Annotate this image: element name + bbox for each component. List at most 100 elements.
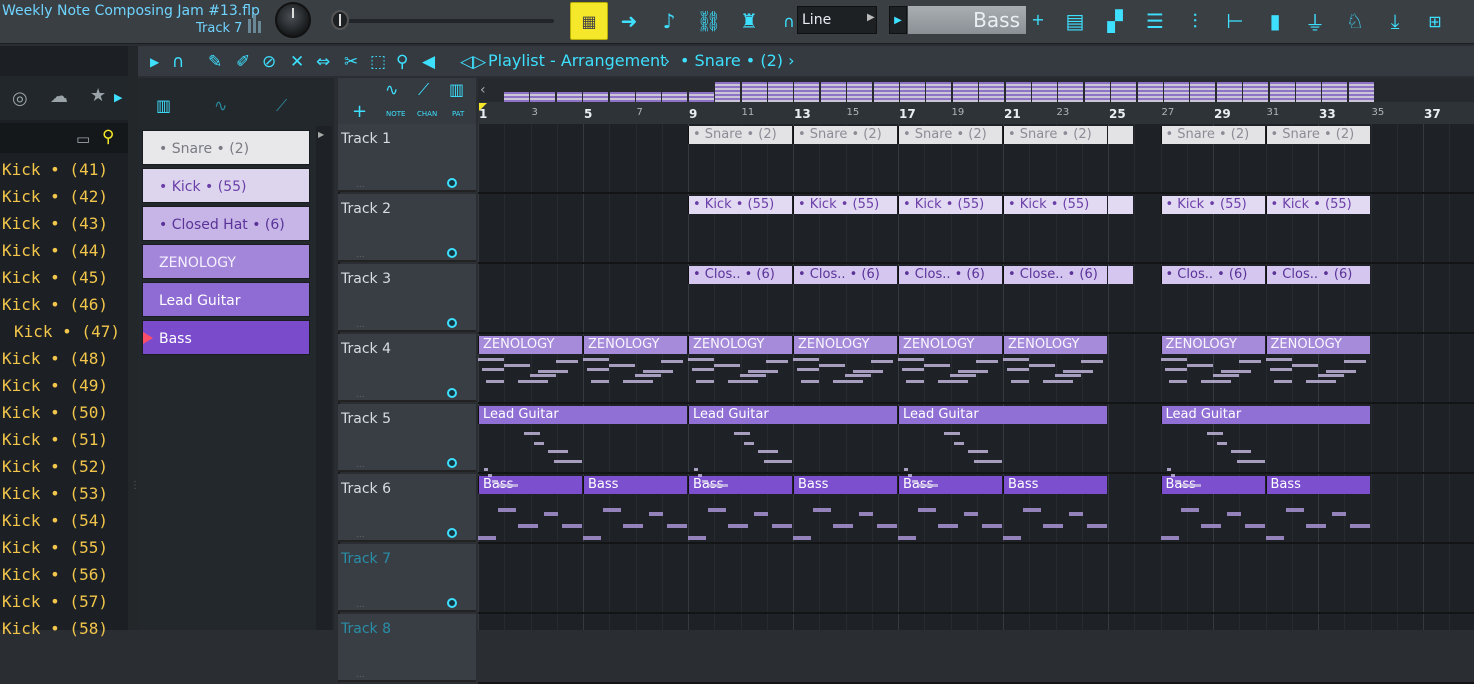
chevron-right-icon[interactable]: ▶ [318, 130, 324, 139]
clip[interactable]: ZENOLOGY [1003, 336, 1107, 354]
clip[interactable]: • Snare • (2) [1160, 126, 1265, 144]
clip[interactable]: • Kick • (55) [1003, 196, 1107, 214]
clip[interactable]: • Snare • (2) [1265, 126, 1370, 144]
clip[interactable]: • Kick • (55) [1265, 196, 1370, 214]
browser-item[interactable]: Kick • (46) [2, 295, 108, 322]
render-icon[interactable]: ⤓ [1378, 4, 1412, 38]
clip[interactable]: Lead Guitar [898, 406, 1107, 424]
slip-icon[interactable]: ⇔ [316, 52, 330, 72]
clip[interactable]: • Snare • (2) [688, 126, 792, 144]
add-icon[interactable]: + [1028, 6, 1048, 34]
pencil-icon[interactable]: ✎ [208, 52, 222, 72]
clip[interactable]: • Kick • (55) [1160, 196, 1265, 214]
clip[interactable]: Bass [583, 476, 687, 494]
track-status-dot[interactable] [447, 388, 457, 398]
clip[interactable]: • Snare • (2) [1003, 126, 1107, 144]
chevron-left-icon[interactable]: ‹ [480, 82, 486, 98]
cloud-icon[interactable]: ☁ [50, 86, 68, 107]
clip[interactable]: • Snare • (2) [793, 126, 897, 144]
mixer-icon[interactable]: ⫶ [1178, 4, 1212, 38]
plugin-icon[interactable]: ⏚ [1298, 4, 1332, 38]
browser-item[interactable]: Kick • (41) [2, 160, 108, 187]
channel-name-display[interactable]: Bass [908, 6, 1026, 34]
clip[interactable]: Bass [1265, 476, 1370, 494]
globe-icon[interactable]: ◎ [12, 88, 28, 109]
pattern-icon[interactable]: ▥ [156, 96, 171, 115]
pattern-item[interactable]: Bass [142, 320, 310, 355]
chevron-right-icon[interactable]: ▶ [889, 6, 907, 34]
clip[interactable]: ZENOLOGY [478, 336, 582, 354]
picker-scrollbar[interactable] [316, 126, 332, 630]
audio-icon[interactable]: ∿ [214, 96, 227, 115]
playback-icon[interactable]: ◀ [422, 52, 435, 72]
bars-icon[interactable] [248, 15, 262, 33]
browser-item[interactable]: Kick • (42) [2, 187, 108, 214]
clip[interactable]: Bass [688, 476, 792, 494]
clip[interactable]: Lead Guitar [688, 406, 897, 424]
clip[interactable]: • Clos.. • (6) [793, 266, 897, 284]
track-status-dot[interactable] [447, 178, 457, 188]
star-icon[interactable]: ★ [90, 85, 106, 106]
pat-tab[interactable]: PAT [452, 110, 464, 118]
selected-pattern[interactable]: • Snare • (2) › [680, 51, 795, 70]
clip[interactable]: • Clos.. • (6) [1160, 266, 1265, 284]
arrange-menu-icon[interactable]: ◁▷ [460, 52, 486, 72]
slider-thumb[interactable] [331, 10, 349, 30]
mute-icon[interactable]: ✕ [290, 52, 304, 72]
browser-item[interactable]: Kick • (47) [14, 322, 120, 349]
track-status-dot[interactable] [447, 248, 457, 258]
link-icon[interactable]: ⛓ [692, 4, 726, 38]
clip[interactable]: • Kick • (55) [793, 196, 897, 214]
clip[interactable]: ZENOLOGY [583, 336, 687, 354]
browser-item[interactable]: Kick • (43) [2, 214, 108, 241]
browser-item[interactable]: Kick • (49) [2, 376, 108, 403]
chan-icon[interactable]: ⟋ [418, 80, 429, 100]
hat-icon[interactable]: ♜ [732, 4, 766, 38]
clip[interactable]: • Snare • (2) [898, 126, 1002, 144]
slice-icon[interactable]: ✂ [344, 52, 358, 72]
clip[interactable]: ZENOLOGY [898, 336, 1002, 354]
clip[interactable]: • Kick • (55) [688, 196, 792, 214]
splitter-grip[interactable]: ⋮ [130, 480, 140, 491]
master-pitch-slider[interactable] [336, 19, 554, 23]
pattern-item[interactable]: • Snare • (2) [142, 130, 310, 165]
arrow-right-icon[interactable]: ➜ [612, 4, 646, 38]
pattern-item[interactable]: • Closed Hat • (6) [142, 206, 310, 241]
clip[interactable] [1108, 126, 1134, 144]
chevron-right-icon[interactable]: ▶ [150, 55, 159, 69]
clip[interactable]: Lead Guitar [1160, 406, 1370, 424]
clip[interactable]: ZENOLOGY [793, 336, 897, 354]
clip[interactable]: • Kick • (55) [898, 196, 1002, 214]
clip[interactable]: • Close.. • (6) [1003, 266, 1107, 284]
folder-icon[interactable]: ▭ [76, 130, 90, 148]
clip[interactable]: Bass [793, 476, 897, 494]
track-status-dot[interactable] [447, 528, 457, 538]
note-icon[interactable]: ∿ [385, 80, 398, 99]
clip[interactable]: • Clos.. • (6) [898, 266, 1002, 284]
playlist-icon[interactable]: ▤ [1058, 4, 1092, 38]
file-icon[interactable]: ▮ [1258, 4, 1292, 38]
pat-icon[interactable]: ▥ [449, 80, 464, 99]
clip[interactable]: Bass [898, 476, 1002, 494]
clip[interactable]: Bass [1160, 476, 1265, 494]
delete-icon[interactable]: ⊘ [262, 52, 276, 72]
select-icon[interactable]: ⬚ [370, 52, 386, 72]
tempo-tap-icon[interactable]: ♘ [1338, 4, 1372, 38]
browser-tree-icon[interactable]: ⊢ [1218, 4, 1252, 38]
clip[interactable]: ZENOLOGY [1160, 336, 1265, 354]
browser-item[interactable]: Kick • (48) [2, 349, 108, 376]
automation-icon[interactable]: ⟋ [276, 96, 287, 116]
clip[interactable]: ZENOLOGY [688, 336, 792, 354]
chan-tab[interactable]: CHAN [417, 110, 437, 118]
browser-item[interactable]: Kick • (44) [2, 241, 108, 268]
zoom-icon[interactable]: ⚲ [396, 52, 408, 72]
add-track-icon[interactable]: + [352, 101, 367, 122]
clip[interactable]: • Clos.. • (6) [688, 266, 792, 284]
browser-item[interactable]: Kick • (50) [2, 403, 108, 430]
clip[interactable] [1108, 196, 1134, 214]
snap-mode-select[interactable]: Line [797, 6, 877, 34]
browser-item[interactable]: Kick • (55) [2, 538, 108, 565]
track-status-dot[interactable] [447, 458, 457, 468]
piano-roll-icon[interactable]: ▦ [570, 2, 608, 40]
track-status-dot[interactable] [447, 598, 457, 608]
